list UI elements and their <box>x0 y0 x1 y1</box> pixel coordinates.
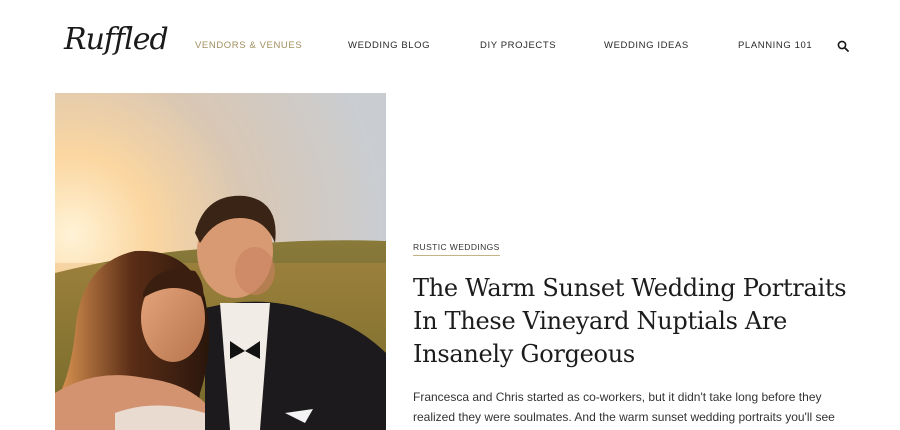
main-nav: Vendors & Venues Wedding Blog DIY Projec… <box>0 40 900 54</box>
site-header: Ruffled Vendors & Venues Wedding Blog DI… <box>0 0 900 90</box>
feature-image[interactable] <box>55 93 386 430</box>
article-excerpt: Francesca and Chris started as co-worker… <box>413 390 835 430</box>
wedding-couple-photo <box>55 93 386 430</box>
article-title[interactable]: The Warm Sunset Wedding Portraits In The… <box>413 272 853 371</box>
search-icon[interactable] <box>837 40 849 52</box>
nav-item-wedding-blog[interactable]: Wedding Blog <box>348 40 430 51</box>
nav-item-planning-101[interactable]: Planning 101 <box>738 40 812 51</box>
nav-item-wedding-ideas[interactable]: Wedding Ideas <box>604 40 689 51</box>
nav-item-diy-projects[interactable]: DIY Projects <box>480 40 556 51</box>
featured-article: Rustic Weddings The Warm Sunset Wedding … <box>413 237 853 430</box>
article-category-link[interactable]: Rustic Weddings <box>413 242 500 256</box>
nav-item-vendors-venues[interactable]: Vendors & Venues <box>195 40 302 51</box>
